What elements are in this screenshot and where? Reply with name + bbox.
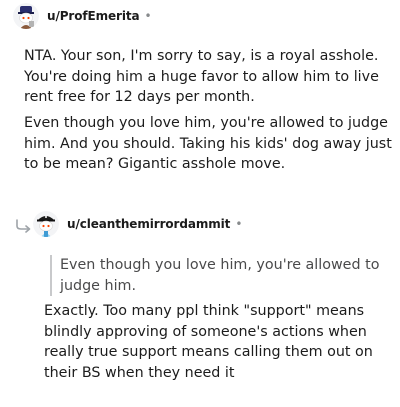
username-link[interactable]: u/cleanthemirrordammit xyxy=(67,217,230,231)
blockquote: Even though you love him, you're allowed… xyxy=(50,255,400,296)
comment-paragraph: Exactly. Too many ppl think "support" me… xyxy=(44,303,373,381)
comment-header: u/ProfEmerita • xyxy=(13,3,152,29)
quote-text: Even though you love him, you're allowed… xyxy=(60,257,380,294)
reply-arrow-icon xyxy=(15,218,33,233)
snoo-avatar-icon[interactable] xyxy=(13,3,39,29)
snoo-avatar-icon[interactable] xyxy=(33,211,59,237)
meta-separator: • xyxy=(235,217,243,231)
comment-paragraph: Even though you love him, you're allowed… xyxy=(24,115,392,172)
meta-separator: • xyxy=(144,9,152,23)
username-link[interactable]: u/ProfEmerita xyxy=(47,9,140,23)
comment-paragraph: NTA. Your son, I'm sorry to say, is a ro… xyxy=(24,48,379,105)
comment-header: u/cleanthemirrordammit • xyxy=(33,211,242,237)
